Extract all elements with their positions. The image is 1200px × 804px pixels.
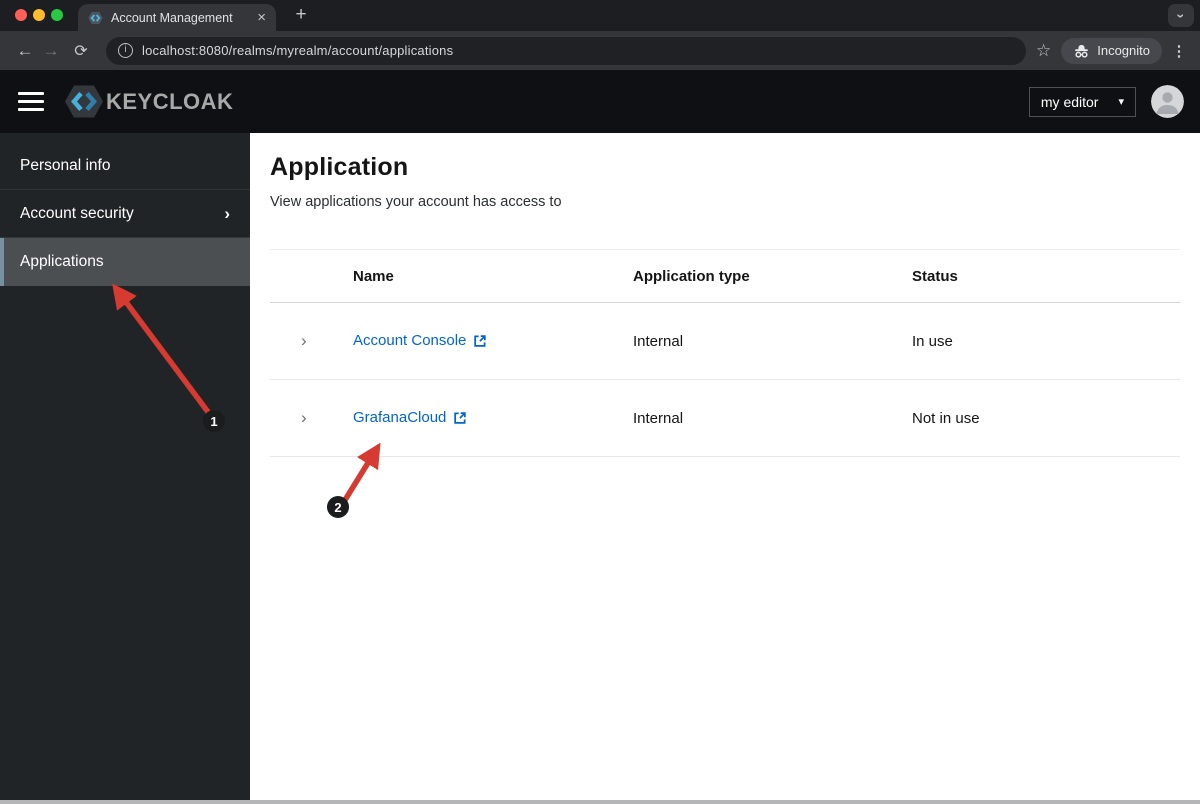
account-console-link[interactable]: Account Console bbox=[353, 332, 487, 349]
realm-selector-value: my editor bbox=[1040, 93, 1099, 110]
keycloak-logo-text: KEYCLOAK bbox=[106, 88, 234, 114]
realm-selector-dropdown[interactable]: my editor ▾ bbox=[1028, 86, 1136, 117]
application-type-cell: Internal bbox=[633, 332, 684, 350]
browser-toolbar: ← → ⟳ i localhost:8080/realms/myrealm/ac… bbox=[0, 31, 1200, 70]
account-sidebar: Personal info Account security › Applica… bbox=[0, 133, 250, 804]
sidebar-item-account-security[interactable]: Account security › bbox=[0, 190, 250, 238]
url-text: localhost:8080/realms/myrealm/account/ap… bbox=[142, 43, 454, 58]
application-type-cell: Internal bbox=[633, 409, 684, 427]
incognito-label: Incognito bbox=[1097, 43, 1150, 58]
new-tab-button[interactable]: + bbox=[289, 3, 313, 27]
site-info-icon[interactable]: i bbox=[118, 43, 133, 58]
page-title: Application bbox=[270, 153, 409, 181]
column-header-name: Name bbox=[353, 267, 394, 285]
incognito-spy-icon bbox=[1075, 44, 1089, 58]
incognito-badge: Incognito bbox=[1061, 37, 1162, 64]
table-row-grafanacloud: › GrafanaCloud Internal Not in use bbox=[270, 380, 1180, 457]
table-header-row: Name Application type Status bbox=[270, 250, 1180, 303]
bookmark-star-icon[interactable]: ☆ bbox=[1036, 41, 1051, 61]
external-link-icon bbox=[474, 334, 487, 347]
status-cell: In use bbox=[912, 332, 953, 350]
keycloak-masthead: KEYCLOAK my editor ▾ bbox=[0, 70, 1200, 133]
sidebar-item-label: Personal info bbox=[20, 156, 111, 174]
tab-title: Account Management bbox=[111, 10, 233, 25]
page-subtitle: View applications your account has acces… bbox=[270, 194, 562, 210]
table-row-account-console: › Account Console Internal In use bbox=[270, 303, 1180, 380]
browser-tab[interactable]: Account Management × bbox=[78, 4, 276, 31]
avatar-person-icon bbox=[1151, 85, 1184, 118]
caret-down-icon: ▾ bbox=[1118, 96, 1124, 108]
chevron-right-icon: › bbox=[224, 203, 230, 223]
user-avatar[interactable] bbox=[1151, 85, 1184, 118]
forward-icon[interactable]: → bbox=[38, 41, 64, 61]
close-window-button[interactable] bbox=[15, 9, 27, 21]
column-header-status: Status bbox=[912, 267, 958, 285]
window-bottom-edge bbox=[0, 800, 1200, 804]
reload-icon[interactable]: ⟳ bbox=[68, 41, 94, 61]
tab-close-icon[interactable]: × bbox=[257, 10, 266, 25]
expand-row-chevron-icon[interactable]: › bbox=[270, 408, 353, 428]
external-link-icon bbox=[454, 411, 467, 424]
browser-tab-strip: Account Management × + › bbox=[0, 0, 1200, 31]
column-header-application-type: Application type bbox=[633, 267, 750, 285]
status-cell: Not in use bbox=[912, 409, 980, 427]
browser-window: Account Management × + › ← → ⟳ i localho… bbox=[0, 0, 1200, 804]
back-icon[interactable]: ← bbox=[12, 41, 38, 61]
hamburger-menu-icon[interactable] bbox=[18, 92, 44, 111]
browser-menu-icon[interactable]: ⋮ bbox=[1170, 42, 1188, 60]
keycloak-logo-icon bbox=[65, 85, 103, 118]
sidebar-item-label: Applications bbox=[20, 253, 104, 270]
applications-page: Application View applications your accou… bbox=[250, 133, 1200, 804]
tab-search-chevron-button[interactable]: › bbox=[1168, 4, 1194, 27]
applications-table: Name Application type Status › Account C… bbox=[270, 249, 1180, 457]
tab-favicon-keycloak-icon bbox=[88, 11, 103, 24]
maximize-window-button[interactable] bbox=[51, 9, 63, 21]
expand-row-chevron-icon[interactable]: › bbox=[270, 331, 353, 351]
minimize-window-button[interactable] bbox=[33, 9, 45, 21]
sidebar-item-label: Account security bbox=[20, 204, 134, 222]
sidebar-item-personal-info[interactable]: Personal info bbox=[0, 142, 250, 190]
address-bar[interactable]: i localhost:8080/realms/myrealm/account/… bbox=[106, 36, 1026, 65]
sidebar-item-applications[interactable]: Applications bbox=[0, 238, 250, 286]
chevron-down-icon: › bbox=[1172, 13, 1189, 18]
keycloak-logo: KEYCLOAK bbox=[64, 84, 233, 119]
grafanacloud-link[interactable]: GrafanaCloud bbox=[353, 409, 467, 426]
